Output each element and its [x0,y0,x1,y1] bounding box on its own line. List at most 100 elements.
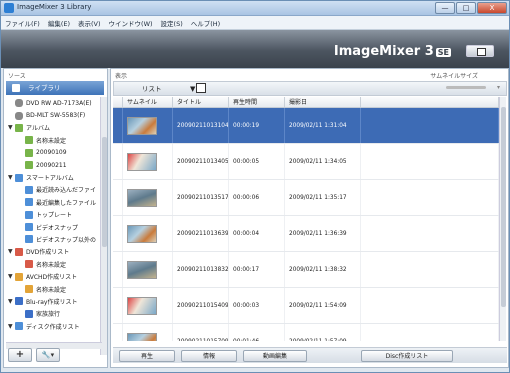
tree-scrollbar[interactable] [100,97,107,355]
tree-item[interactable]: ▼ スマートアルバム [6,171,102,183]
tree-item-label: ビデオスナップ [36,224,79,232]
menu-item[interactable]: ウインドウ(W) [105,18,157,28]
column-header[interactable]: サムネイル [123,97,173,107]
tree-item[interactable]: ▼ ディスク作成リスト [6,320,102,332]
video-thumbnail [127,224,157,243]
avchd-icon [15,272,23,281]
duration-cell: 00:00:03 [229,288,285,323]
avchd-icon [25,285,33,294]
play-button[interactable]: 再生 [119,350,175,362]
expand-icon[interactable]: ▼ [8,248,15,255]
table-row[interactable]: 20090211013517 00:00:06 2009/02/11 1:35:17 [113,180,499,216]
tree-item[interactable]: ▼ Blu-ray作成リスト [6,295,102,307]
tree-item[interactable]: 家族旅行 [6,308,102,320]
tree-item[interactable]: 名称未設定 [6,258,102,270]
tree-item[interactable]: 最近編集したファイル [6,196,102,208]
add-button[interactable]: + [8,348,32,362]
view-mode-dropdown[interactable]: リスト ▼ [122,83,204,95]
empty-cell [361,324,499,341]
table-scrollbar[interactable] [499,97,506,341]
date-cell: 2009/02/11 1:54:09 [285,288,361,323]
tree-item[interactable]: 20090211 [6,159,102,171]
thumbnail-size-slider[interactable] [446,86,486,89]
menu-item[interactable]: 設定(S) [157,18,187,28]
thumbnail-cell [123,108,173,143]
table-row[interactable]: 20090211015409 00:00:03 2009/02/11 1:54:09 [113,288,499,324]
maximize-button[interactable]: □ [456,2,476,14]
bluray-icon [15,297,23,306]
column-header[interactable]: 再生時間 [229,97,285,107]
table-row[interactable]: 20090211013832 00:00:17 2009/02/11 1:38:32 [113,252,499,288]
empty-cell [361,252,499,287]
date-cell: 2009/02/11 1:38:32 [285,252,361,287]
table-row[interactable]: 20090211013104 00:00:19 2009/02/11 1:31:04 [113,108,499,144]
drive-icon [15,111,23,120]
tree-item-label: AVCHD作成リスト [26,274,78,282]
row-marker [113,216,123,251]
duration-cell: 00:01:46 [229,324,285,341]
library-tab[interactable]: ライブラリ [6,81,104,95]
thumbnail-cell [123,288,173,323]
chevron-down-icon: ▼ [190,85,196,93]
expand-icon[interactable]: ▼ [8,323,15,330]
table-scroll-thumb[interactable] [501,107,506,307]
tree-item[interactable]: 最近読み込んだファイ [6,184,102,196]
table-row[interactable]: 20090211013405 00:00:05 2009/02/11 1:34:05 [113,144,499,180]
row-marker [113,108,123,143]
tree-item[interactable]: ビデオスナップ [6,221,102,233]
app-window: ImageMixer 3 Library — □ X ファイル(F) 編集(E) 表… [0,0,510,373]
video-edit-button[interactable]: 動画編集 [243,350,307,362]
smart-icon [15,173,23,182]
tree-item[interactable]: 20090109 [6,147,102,159]
tool-menu-button[interactable]: 🔧▾ [36,348,60,362]
info-button[interactable]: 情報 [181,350,237,362]
view-toolbar: リスト ▼ ▾ [113,81,507,96]
close-button[interactable]: X [477,2,507,14]
tree-item-label: 家族旅行 [36,311,61,319]
tree-item[interactable]: 名称未設定 [6,134,102,146]
tree-item[interactable]: DVD RW AD-7173A(E) [6,97,102,109]
thumbnail-cell [123,180,173,215]
menu-item[interactable]: 表示(V) [74,18,105,28]
thumbnail-cell [123,252,173,287]
duration-cell: 00:00:19 [229,108,285,143]
date-cell: 2009/02/11 1:36:39 [285,216,361,251]
tree-item-label: ディスク作成リスト [26,323,80,331]
menu-item[interactable]: 編集(E) [44,18,74,28]
table-row[interactable]: 2009021101570900:01:462009/02/11 1:57:09 [113,324,499,341]
view-mode-button[interactable] [466,45,494,57]
disc-list-button[interactable]: Disc作成リスト [361,350,453,362]
column-header[interactable]: 撮影日 [285,97,361,107]
tree-item[interactable]: BD-MLT SW-5583(F) [6,109,102,121]
list-view-icon[interactable] [196,83,206,93]
tree-item-label: 最近読み込んだファイ [36,187,97,195]
video-thumbnail [127,296,157,315]
brand-logo: ImageMixer 3 SE [333,44,451,59]
tree-item[interactable]: 名称未設定 [6,283,102,295]
title-cell: 20090211013517 [173,180,229,215]
tree-scroll-thumb[interactable] [102,137,107,247]
title-cell: 20090211015409 [173,288,229,323]
empty-cell [361,180,499,215]
column-header[interactable]: タイトル [173,97,229,107]
slider-arrow-icon: ▾ [496,84,500,91]
video-thumbnail [127,260,157,279]
expand-icon[interactable]: ▼ [8,124,15,131]
table-header: サムネイル タイトル 再生時間 撮影日 [113,97,499,108]
empty-cell [361,108,499,143]
minimize-button[interactable]: — [435,2,455,14]
tree-item[interactable]: ▼ AVCHD作成リスト [6,270,102,282]
list-icon [25,185,33,194]
tree-item[interactable]: ビデオスナップ以外の [6,233,102,245]
tree-item[interactable]: トップレート [6,209,102,221]
tree-item[interactable]: ▼ DVD作成リスト [6,246,102,258]
table-row[interactable]: 20090211013639 00:00:04 2009/02/11 1:36:39 [113,216,499,252]
expand-icon[interactable]: ▼ [8,298,15,305]
expand-icon[interactable]: ▼ [8,174,15,181]
list-icon [25,210,33,219]
expand-icon[interactable]: ▼ [8,273,15,280]
menu-item[interactable]: ヘルプ(H) [187,18,224,28]
tree-item[interactable]: ▼ アルバム [6,122,102,134]
menu-item[interactable]: ファイル(F) [1,18,44,28]
display-label: 表示 [115,73,128,80]
